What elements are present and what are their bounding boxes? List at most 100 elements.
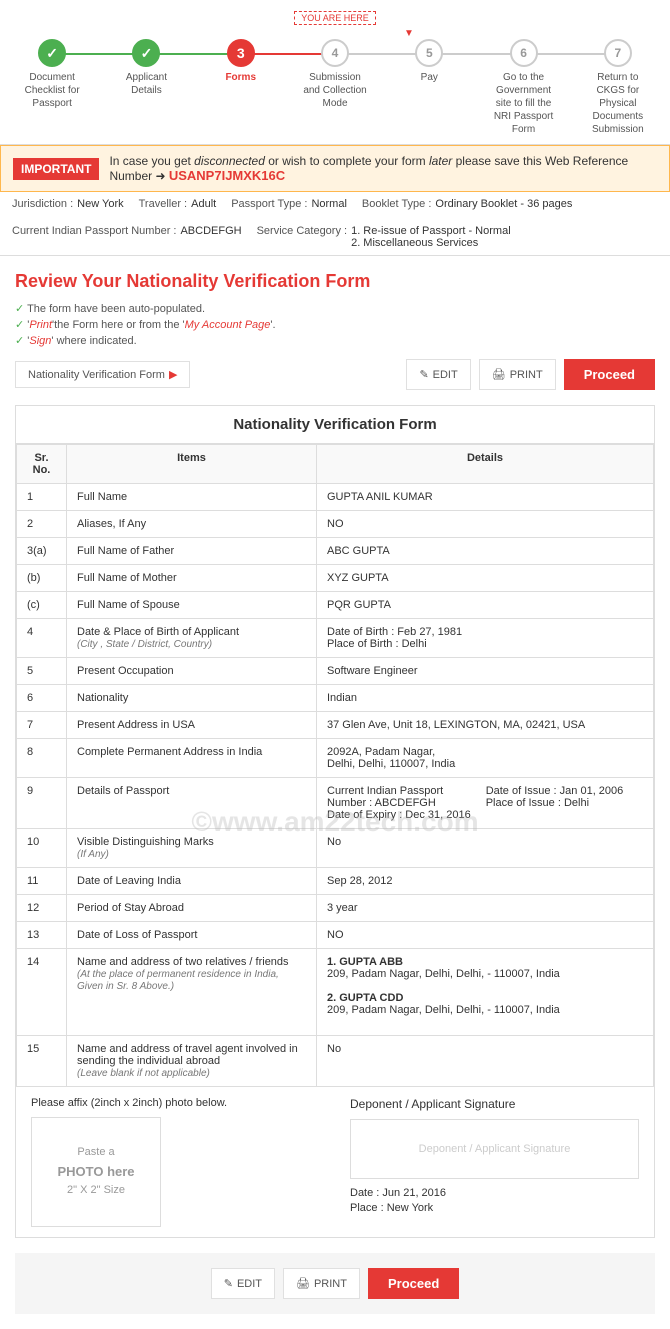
cell-detail: Date of Birth : Feb 27, 1981Place of Bir… — [317, 619, 654, 658]
cell-detail: Software Engineer — [317, 658, 654, 685]
table-row: 12Period of Stay Abroad3 year — [17, 895, 654, 922]
cell-sr: 13 — [17, 922, 67, 949]
bottom-toolbar: ✎ EDIT 🖨 PRINT Proceed — [15, 1253, 655, 1314]
step-1-label: Document Checklist for Passport — [17, 71, 87, 110]
cell-detail: No — [317, 829, 654, 868]
cell-detail: Indian — [317, 685, 654, 712]
cell-item: Full Name of Mother — [67, 565, 317, 592]
cell-detail: Sep 28, 2012 — [317, 868, 654, 895]
header-sr: Sr. No. — [17, 445, 67, 484]
cell-item: Aliases, If Any — [67, 511, 317, 538]
print-button[interactable]: 🖨 PRINT — [479, 359, 556, 390]
cell-item: Present Occupation — [67, 658, 317, 685]
table-row: 15Name and address of travel agent invol… — [17, 1036, 654, 1087]
traveller-value: Adult — [191, 198, 216, 210]
cell-item: Nationality — [67, 685, 317, 712]
cell-sr: 9 — [17, 778, 67, 829]
header-details: Details — [317, 445, 654, 484]
table-row: (c)Full Name of SpousePQR GUPTA — [17, 592, 654, 619]
cell-detail: 2092A, Padam Nagar,Delhi, Delhi, 110007,… — [317, 739, 654, 778]
cell-sr: 4 — [17, 619, 67, 658]
cell-sr: 14 — [17, 949, 67, 1036]
cell-detail: PQR GUPTA — [317, 592, 654, 619]
cell-sr: 3(a) — [17, 538, 67, 565]
cell-sr: (b) — [17, 565, 67, 592]
cell-item: Date & Place of Birth of Applicant(City … — [67, 619, 317, 658]
cell-sr: 12 — [17, 895, 67, 922]
photo-line2: PHOTO here — [57, 1162, 134, 1183]
proceed-button-top[interactable]: Proceed — [564, 359, 655, 390]
cell-item: Name and address of travel agent involve… — [67, 1036, 317, 1087]
signature-date: Date : Jun 21, 2016 — [350, 1187, 639, 1199]
checklist-item-2: 'Print'the Form here or from the 'My Acc… — [15, 318, 655, 331]
nav-tab-label: Nationality Verification Form — [28, 369, 165, 381]
cell-item: Full Name of Father — [67, 538, 317, 565]
important-badge: IMPORTANT — [13, 158, 99, 180]
table-row: 7Present Address in USA37 Glen Ave, Unit… — [17, 712, 654, 739]
header-items: Items — [67, 445, 317, 484]
step-2-label: Applicant Details — [111, 71, 181, 97]
nav-tab-nationality[interactable]: Nationality Verification Form ▶ — [15, 361, 190, 388]
traveller-info: Traveller : Adult — [139, 198, 217, 210]
print-icon-bottom: 🖨 — [296, 1277, 310, 1290]
service-category-value: 1. Re-issue of Passport - Normal 2. Misc… — [351, 225, 511, 249]
cell-sr: 11 — [17, 868, 67, 895]
signature-place: Place : New York — [350, 1202, 639, 1214]
edit-button[interactable]: ✎ EDIT — [406, 359, 470, 390]
table-row: 9Details of PassportCurrent Indian Passp… — [17, 778, 654, 829]
you-are-here-text: YOU ARE HERE — [294, 11, 376, 25]
form-title: Nationality Verification Form — [16, 406, 654, 444]
step-1-circle: ✓ — [38, 39, 66, 67]
booklet-type-label: Booklet Type : — [362, 198, 432, 210]
table-row: 11Date of Leaving IndiaSep 28, 2012 — [17, 868, 654, 895]
cell-detail: NO — [317, 922, 654, 949]
cell-detail: XYZ GUPTA — [317, 565, 654, 592]
step-1: ✓ Document Checklist for Passport — [5, 39, 99, 110]
cell-detail: Current Indian PassportNumber : ABCDEFGH… — [317, 778, 654, 829]
step-2: ✓ Applicant Details — [99, 39, 193, 97]
table-row: (b)Full Name of MotherXYZ GUPTA — [17, 565, 654, 592]
step-3-circle: 3 — [227, 39, 255, 67]
signature-placeholder: Deponent / Applicant Signature — [419, 1143, 571, 1155]
edit-button-bottom[interactable]: ✎ EDIT — [211, 1268, 275, 1299]
jurisdiction-value: New York — [77, 198, 123, 210]
print-button-bottom[interactable]: 🖨 PRINT — [283, 1268, 360, 1299]
cell-sr: 1 — [17, 484, 67, 511]
cell-item: Date of Loss of Passport — [67, 922, 317, 949]
step-5-label: Pay — [421, 71, 438, 84]
step-2-circle: ✓ — [132, 39, 160, 67]
signature-area: Deponent / Applicant Signature — [350, 1119, 639, 1179]
step-3-label: Forms — [225, 71, 256, 84]
cell-item: Name and address of two relatives / frie… — [67, 949, 317, 1036]
cell-detail: NO — [317, 511, 654, 538]
photo-box: Paste a PHOTO here 2" X 2" Size — [31, 1117, 161, 1227]
place-label: Place : — [350, 1202, 384, 1214]
cell-item: Visible Distinguishing Marks(If Any) — [67, 829, 317, 868]
step-4-label: Submission and Collection Mode — [300, 71, 370, 110]
important-banner: IMPORTANT In case you get disconnected o… — [0, 145, 670, 192]
passport-type-label: Passport Type : — [231, 198, 307, 210]
service-category-label: Service Category : — [257, 225, 347, 249]
cell-item: Complete Permanent Address in India — [67, 739, 317, 778]
checklist-item-1: The form have been auto-populated. — [15, 302, 655, 315]
cell-detail: 1. GUPTA ABB209, Padam Nagar, Delhi, Del… — [317, 949, 654, 1036]
signature-section: Deponent / Applicant Signature Deponent … — [350, 1097, 639, 1214]
print-icon: 🖨 — [492, 368, 506, 381]
cell-detail: 3 year — [317, 895, 654, 922]
cell-detail: 37 Glen Ave, Unit 18, LEXINGTON, MA, 024… — [317, 712, 654, 739]
checklist-item-3: 'Sign' where indicated. — [15, 334, 655, 347]
service-category-info: Service Category : 1. Re-issue of Passpo… — [257, 225, 511, 249]
table-row: 5Present OccupationSoftware Engineer — [17, 658, 654, 685]
cell-detail: No — [317, 1036, 654, 1087]
passport-type-value: Normal — [311, 198, 346, 210]
edit-icon: ✎ — [419, 368, 428, 381]
cell-sr: 8 — [17, 739, 67, 778]
proceed-button-bottom[interactable]: Proceed — [368, 1268, 459, 1299]
progress-steps: ✓ Document Checklist for Passport ✓ Appl… — [5, 39, 665, 136]
table-row: 14Name and address of two relatives / fr… — [17, 949, 654, 1036]
table-row: 4Date & Place of Birth of Applicant(City… — [17, 619, 654, 658]
info-bar: Jurisdiction : New York Traveller : Adul… — [0, 192, 670, 256]
passport-type-info: Passport Type : Normal — [231, 198, 347, 210]
passport-number-info: Current Indian Passport Number : ABCDEFG… — [12, 225, 242, 249]
table-row: 8Complete Permanent Address in India2092… — [17, 739, 654, 778]
